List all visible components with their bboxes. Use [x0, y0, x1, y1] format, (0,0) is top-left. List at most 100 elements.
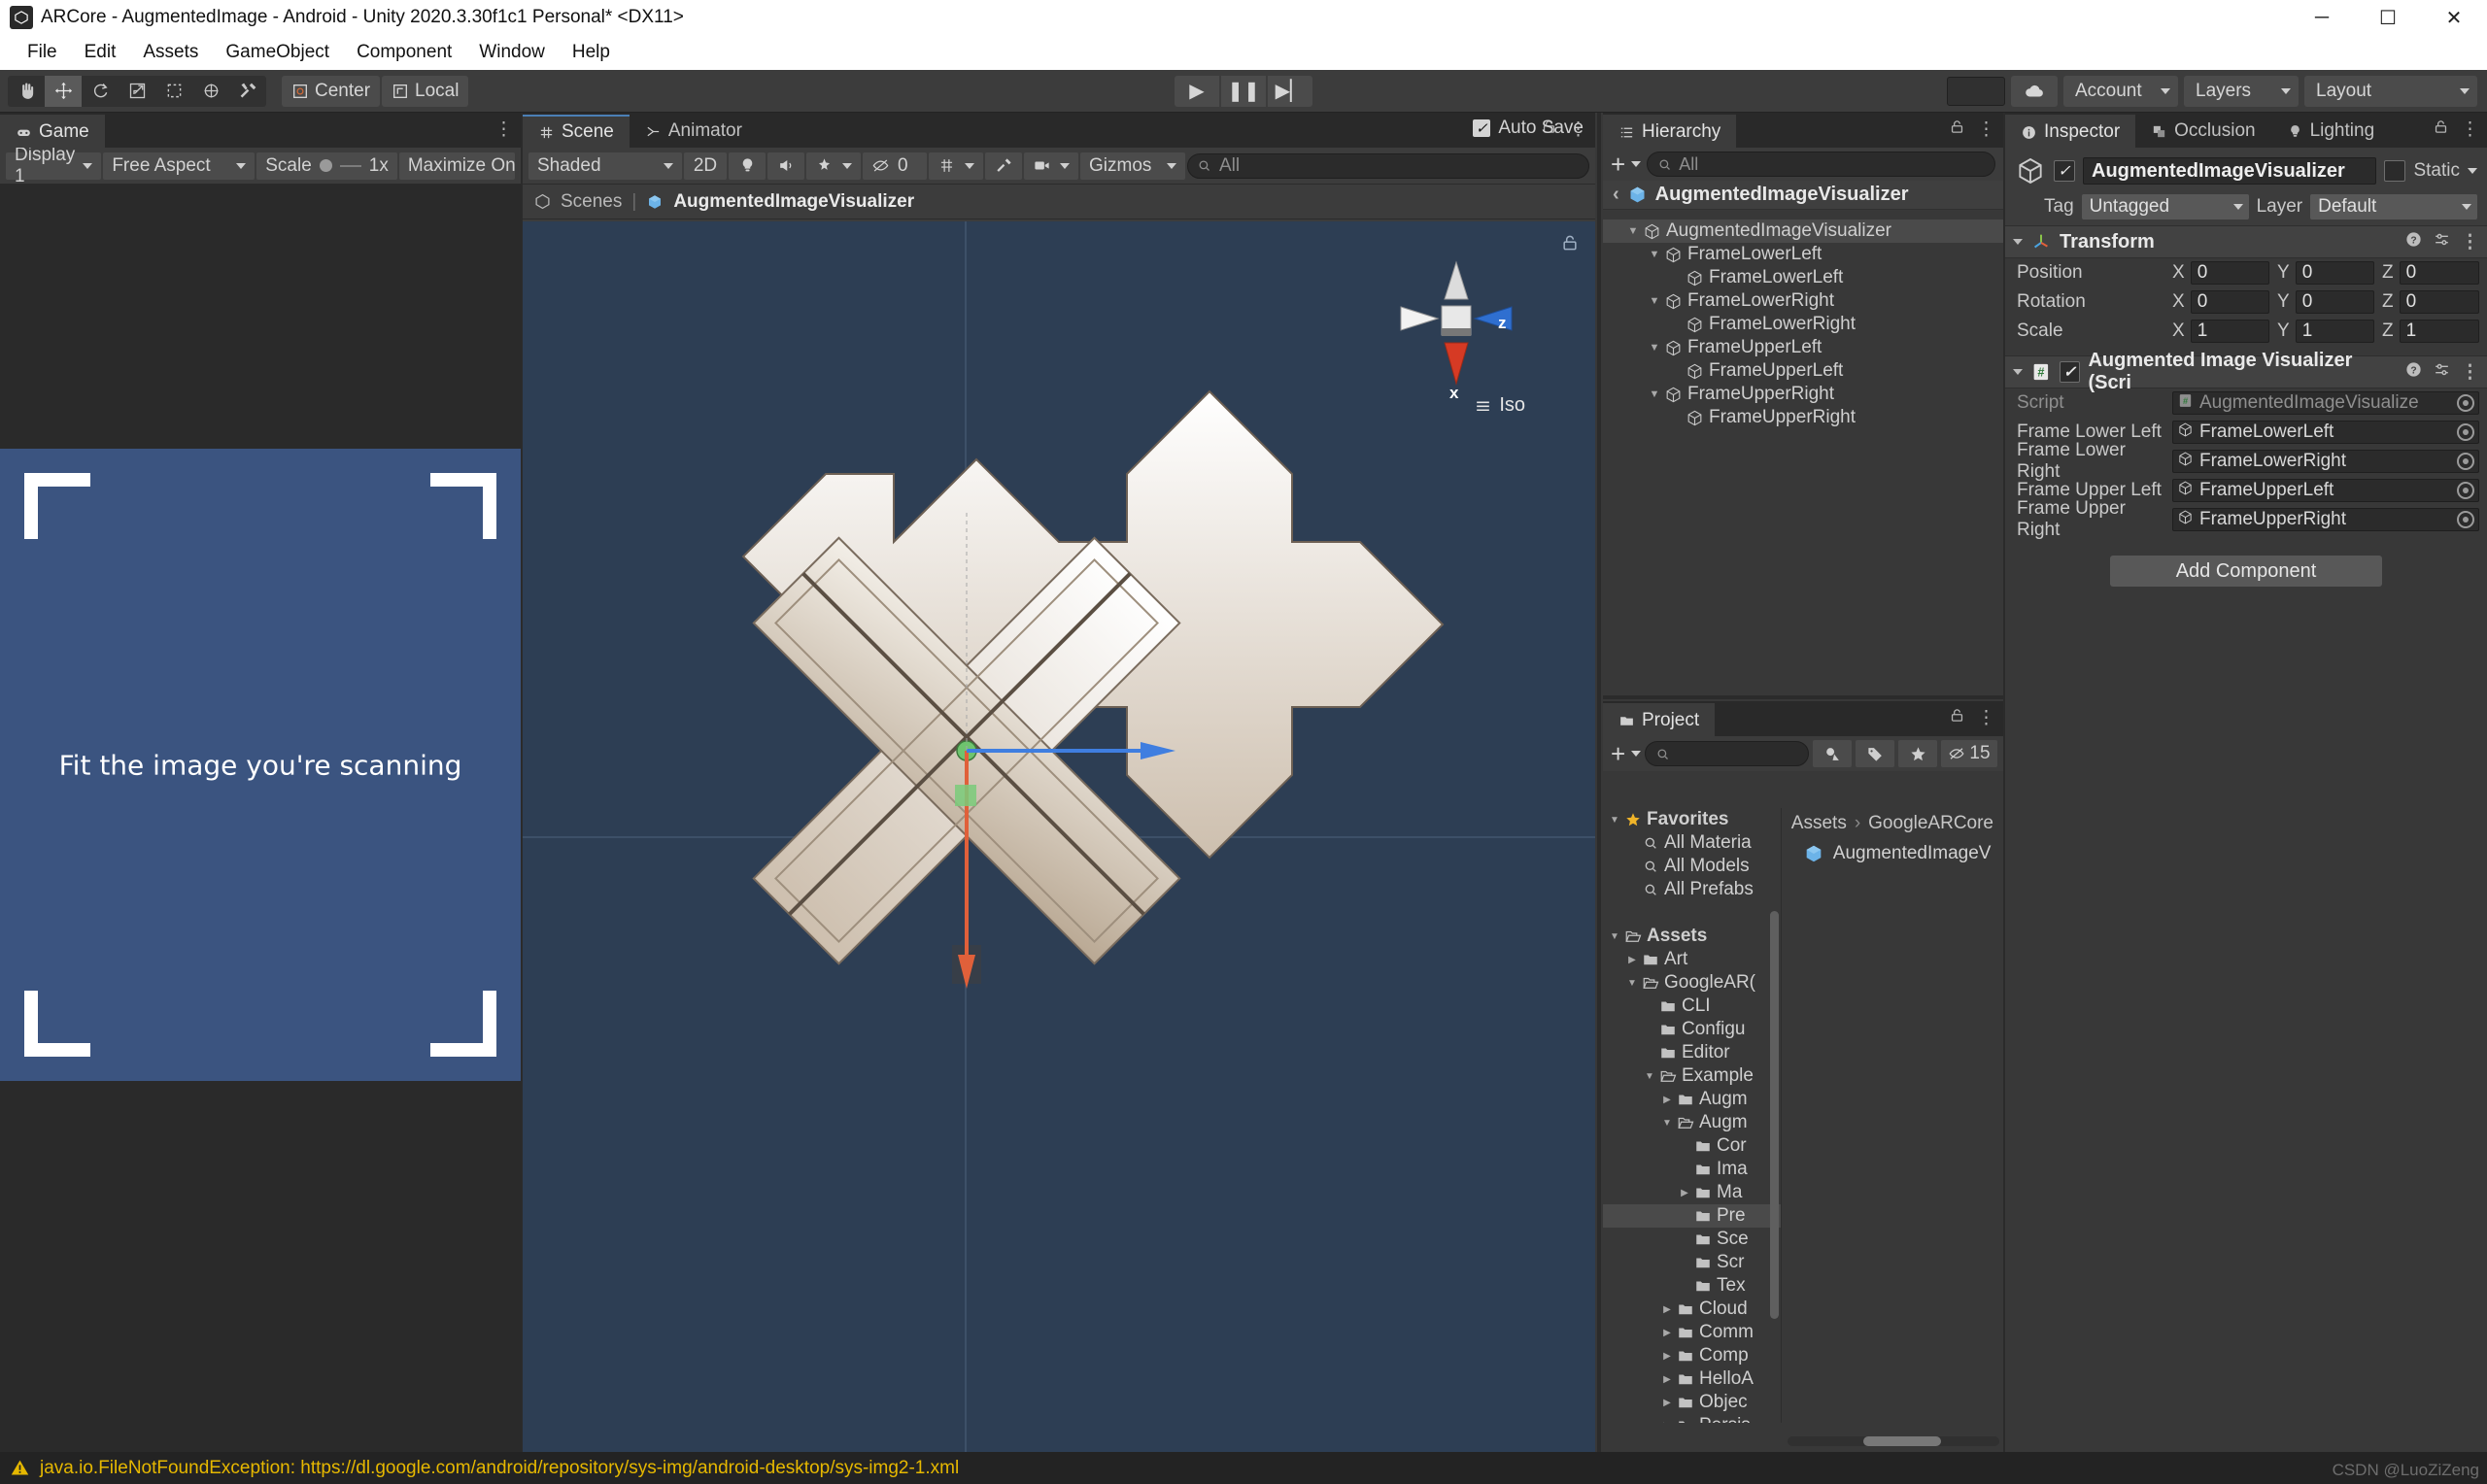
filter-by-label-button[interactable] — [1856, 740, 1894, 767]
transform-rotation-x-input[interactable]: 0 — [2190, 290, 2269, 314]
layers-dropdown[interactable]: Layers — [2184, 75, 2299, 107]
project-tree-item[interactable]: Sce — [1603, 1228, 1781, 1251]
project-tree-item[interactable]: ▶ Augm — [1603, 1088, 1781, 1111]
hierarchy-item[interactable]: FrameLowerRight — [1603, 313, 2003, 336]
project-horizontal-scrollbar[interactable] — [1788, 1436, 1999, 1446]
object-reference-field[interactable]: FrameLowerRight — [2172, 450, 2479, 473]
hidden-objects-button[interactable]: 0 — [863, 152, 927, 180]
toolbar-search-input[interactable] — [1947, 76, 2005, 106]
twisty-icon[interactable]: ▶ — [1659, 1398, 1675, 1408]
object-reference-field[interactable]: FrameLowerLeft — [2172, 421, 2479, 444]
twisty-icon[interactable]: ▼ — [1607, 815, 1622, 826]
project-tree-item[interactable]: ▶ Comm — [1603, 1321, 1781, 1344]
hierarchy-kebab-icon[interactable]: ⋮ — [1977, 118, 1995, 141]
project-tree-item[interactable]: ▶ Comp — [1603, 1344, 1781, 1367]
twisty-icon[interactable]: ▼ — [1646, 249, 1663, 260]
object-reference-field[interactable]: FrameUpperLeft — [2172, 479, 2479, 502]
project-tree-item[interactable]: ▼ Assets — [1603, 925, 1781, 948]
inspector-kebab-icon[interactable]: ⋮ — [2461, 118, 2479, 141]
tab-animator[interactable]: Animator — [629, 115, 758, 148]
project-tree-item[interactable]: Tex — [1603, 1274, 1781, 1298]
pause-button[interactable]: ❚❚ — [1221, 75, 1266, 107]
status-message[interactable]: java.io.FileNotFoundException: https://d… — [40, 1458, 959, 1479]
pivot-rotation-button[interactable]: Local — [382, 75, 469, 107]
chevron-down-icon[interactable] — [1631, 751, 1642, 757]
menu-gameobject[interactable]: GameObject — [212, 40, 343, 65]
twisty-icon[interactable]: ▶ — [1624, 955, 1640, 965]
rect-tool-button[interactable] — [155, 76, 192, 107]
auto-save-checkbox[interactable]: ✓ — [1473, 119, 1491, 137]
transform-tool-button[interactable] — [192, 76, 229, 107]
transform-scale-z-input[interactable]: 1 — [2399, 320, 2479, 343]
twisty-icon[interactable]: ▼ — [1646, 342, 1663, 354]
twisty-icon[interactable]: ▶ — [1659, 1351, 1675, 1362]
chevron-down-icon[interactable] — [1631, 161, 1642, 167]
game-viewport[interactable]: Fit the image you're scanning — [0, 185, 521, 1452]
project-tree-item[interactable]: ▶ Art — [1603, 948, 1781, 971]
scene-lighting-button[interactable] — [729, 152, 766, 180]
step-button[interactable]: ▶▏ — [1268, 75, 1312, 107]
transform-position-x-input[interactable]: 0 — [2190, 261, 2269, 285]
project-tree-item[interactable]: Pre — [1603, 1204, 1781, 1228]
hierarchy-list[interactable]: ▼ AugmentedImageVisualizer ▼ FrameLowerLeft… — [1603, 219, 2003, 699]
project-tree-item[interactable]: ▶ Ma — [1603, 1181, 1781, 1204]
chevron-down-icon[interactable] — [2013, 369, 2023, 375]
layer-dropdown[interactable]: Default — [2310, 194, 2478, 219]
object-reference-field[interactable]: FrameUpperRight — [2172, 508, 2479, 531]
transform-rotation-z-input[interactable]: 0 — [2399, 290, 2479, 314]
menu-edit[interactable]: Edit — [71, 40, 130, 65]
object-picker-button[interactable] — [2457, 511, 2474, 528]
static-checkbox[interactable] — [2384, 160, 2406, 182]
tab-scene[interactable]: Scene — [523, 115, 630, 148]
breadcrumb-assets[interactable]: Assets — [1791, 813, 1847, 834]
script-kebab-icon[interactable]: ⋮ — [2461, 361, 2479, 384]
filter-by-type-button[interactable] — [1813, 740, 1852, 767]
object-name-input[interactable]: AugmentedImageVisualizer — [2083, 157, 2377, 185]
project-tree-item[interactable]: ▼ GoogleAR( — [1603, 971, 1781, 995]
aspect-dropdown[interactable]: Free Aspect — [103, 152, 256, 180]
lock-icon[interactable] — [1949, 707, 1965, 729]
layout-dropdown[interactable]: Layout — [2304, 75, 2477, 107]
twisty-icon[interactable]: ▼ — [1642, 1071, 1657, 1082]
twisty-icon[interactable]: ▼ — [1624, 978, 1640, 989]
move-tool-button[interactable] — [45, 75, 82, 107]
project-search-input[interactable] — [1645, 741, 1809, 766]
scene-tools-button[interactable] — [985, 152, 1022, 180]
project-tree-item[interactable]: Configu — [1603, 1018, 1781, 1041]
game-kebab-icon[interactable]: ⋮ — [494, 118, 513, 141]
project-tree-item[interactable]: All Models — [1603, 855, 1781, 878]
hierarchy-item[interactable]: ▼ FrameLowerLeft — [1603, 243, 2003, 266]
transform-scale-x-input[interactable]: 1 — [2190, 320, 2269, 343]
breadcrumb-scenes[interactable]: Scenes — [561, 191, 622, 213]
favorites-button[interactable] — [1898, 740, 1937, 767]
add-gameobject-button[interactable]: + — [1611, 152, 1625, 177]
menu-component[interactable]: Component — [343, 40, 465, 65]
project-tree-item[interactable]: Editor — [1603, 1041, 1781, 1064]
scene-axis-gizmo[interactable]: z x — [1393, 253, 1519, 402]
scene-viewport[interactable]: z x Iso — [523, 221, 1595, 1452]
twisty-icon[interactable]: ▼ — [1646, 388, 1663, 400]
back-arrow-icon[interactable]: ‹ — [1613, 184, 1619, 206]
transform-kebab-icon[interactable]: ⋮ — [2461, 231, 2479, 253]
hidden-assets-button[interactable]: 15 — [1941, 740, 1997, 767]
project-tree-item[interactable]: ▼ Example — [1603, 1064, 1781, 1088]
slider-handle[interactable] — [319, 159, 332, 172]
maximize-button[interactable]: ☐ — [2355, 0, 2421, 35]
scene-projection-toggle[interactable]: Iso — [1474, 394, 1525, 417]
project-asset-grid[interactable]: Assets › GoogleARCore AugmentedImageV — [1780, 808, 2003, 1423]
object-picker-button[interactable] — [2457, 482, 2474, 499]
preset-icon[interactable] — [2433, 230, 2451, 254]
chevron-down-icon[interactable] — [2468, 168, 2477, 174]
asset-list-item[interactable]: AugmentedImageV — [1782, 839, 2003, 868]
project-tree-item[interactable]: Cor — [1603, 1134, 1781, 1158]
chevron-down-icon[interactable] — [2013, 239, 2023, 245]
scale-slider[interactable]: Scale 1x — [256, 152, 397, 180]
tab-inspector[interactable]: Inspector — [2005, 115, 2136, 148]
help-icon[interactable]: ? — [2404, 360, 2423, 385]
menu-assets[interactable]: Assets — [129, 40, 212, 65]
hierarchy-item[interactable]: FrameUpperLeft — [1603, 359, 2003, 383]
cloud-services-button[interactable] — [2011, 75, 2058, 107]
project-tree-item[interactable]: All Prefabs — [1603, 878, 1781, 901]
close-button[interactable]: ✕ — [2421, 0, 2487, 35]
lock-icon[interactable] — [2433, 118, 2449, 141]
